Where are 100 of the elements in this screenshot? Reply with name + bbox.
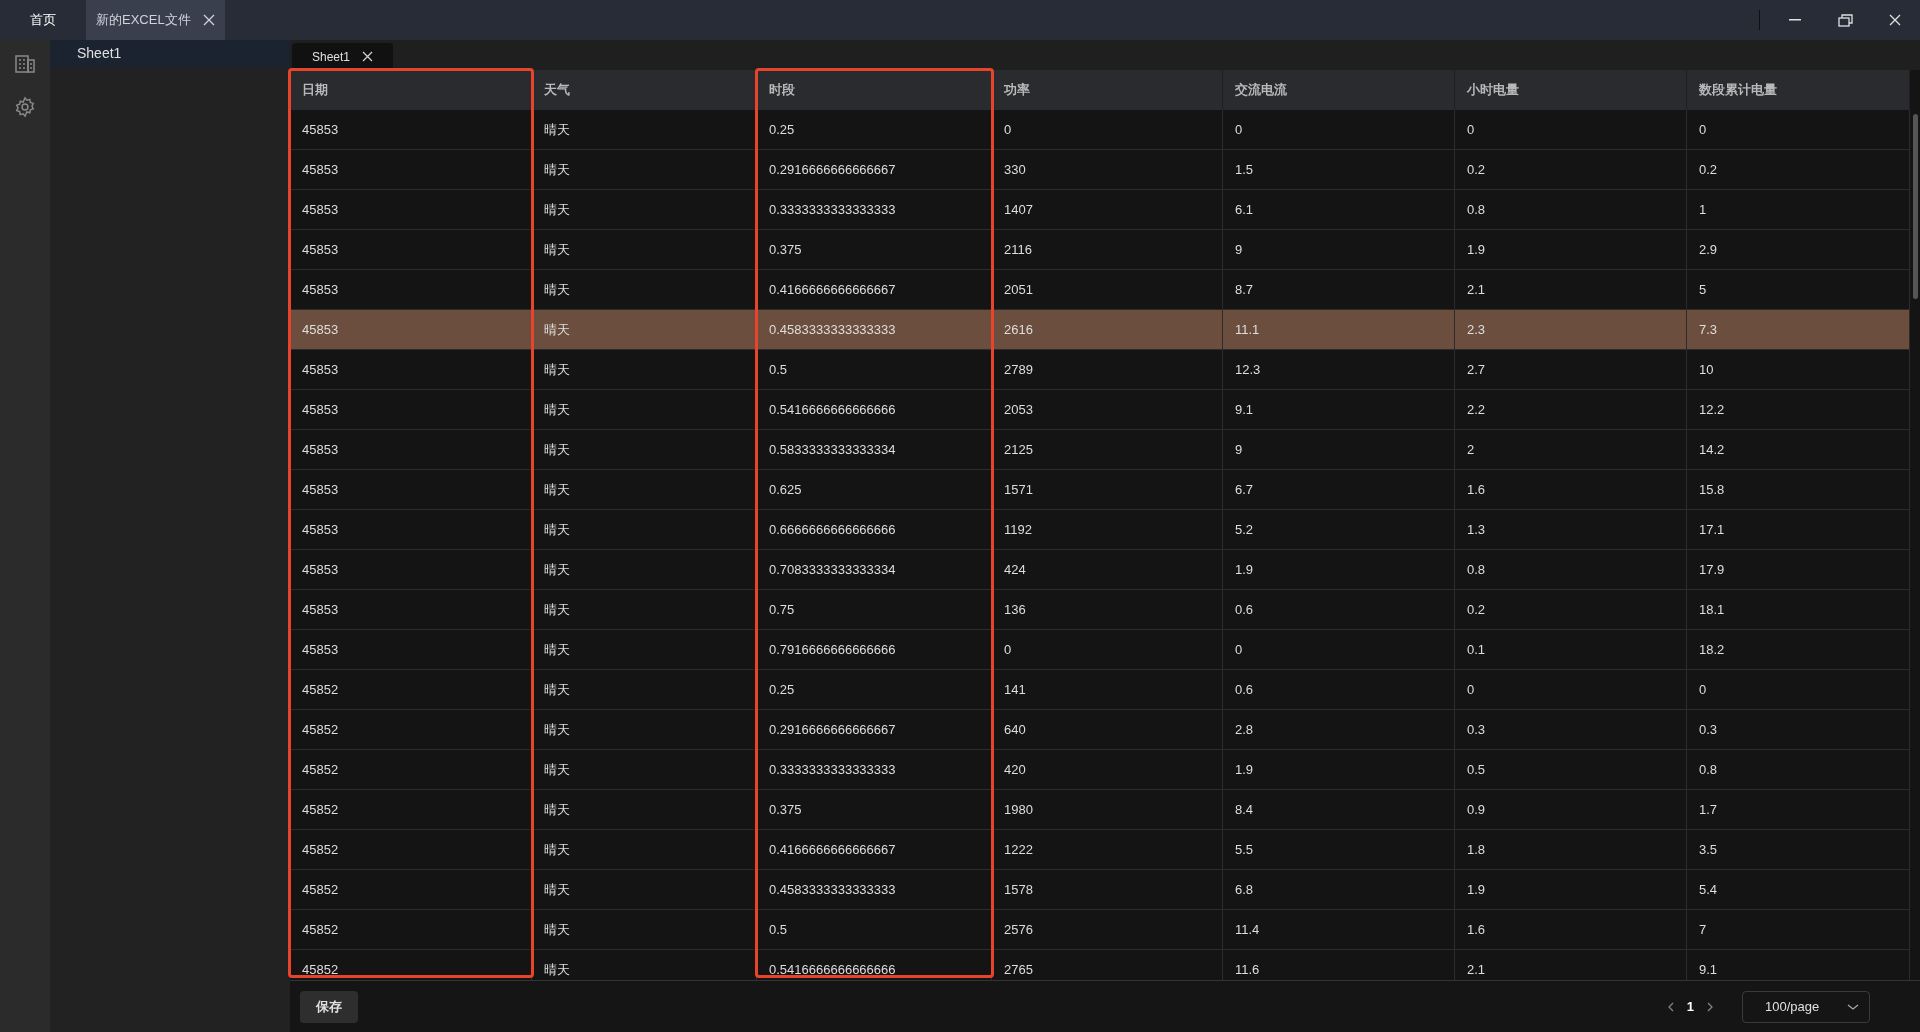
table-cell: 11.1 xyxy=(1223,310,1455,349)
close-icon[interactable] xyxy=(362,51,374,62)
table-cell: 0.2916666666666667 xyxy=(757,710,992,749)
table-cell: 2116 xyxy=(992,230,1223,269)
table-row[interactable]: 45852 晴天 0.5 2576 11.4 1.6 7 xyxy=(290,910,1910,950)
table-cell: 0.3 xyxy=(1455,710,1687,749)
table-cell: 1.6 xyxy=(1455,470,1687,509)
table-cell: 1.9 xyxy=(1223,750,1455,789)
sheet-tab[interactable]: Sheet1 xyxy=(292,43,394,70)
table-row[interactable]: 45853 晴天 0.2916666666666667 330 1.5 0.2 0.2 xyxy=(290,150,1910,190)
table-cell: 0.375 xyxy=(757,230,992,269)
table-cell: 0.5 xyxy=(757,350,992,389)
table-cell: 1.3 xyxy=(1455,510,1687,549)
table-cell: 9 xyxy=(1223,230,1455,269)
table-cell: 45853 xyxy=(290,630,532,669)
table-cell: 9.1 xyxy=(1223,390,1455,429)
table-row[interactable]: 45852 晴天 0.2916666666666667 640 2.8 0.3 0.3 xyxy=(290,710,1910,750)
table-row[interactable]: 45853 晴天 0.5 2789 12.3 2.7 10 xyxy=(290,350,1910,390)
table-cell: 晴天 xyxy=(532,790,757,829)
table-cell: 6.8 xyxy=(1223,870,1455,909)
table-cell: 2616 xyxy=(992,310,1223,349)
table-cell: 晴天 xyxy=(532,750,757,789)
table-cell: 晴天 xyxy=(532,630,757,669)
table-cell: 45852 xyxy=(290,710,532,749)
table-cell: 0.3333333333333333 xyxy=(757,750,992,789)
table-cell: 0.5 xyxy=(1455,750,1687,789)
close-icon[interactable] xyxy=(202,14,215,26)
table-cell: 1.8 xyxy=(1455,830,1687,869)
app-tab[interactable]: 首页 xyxy=(0,0,86,40)
table-cell: 晴天 xyxy=(532,590,757,629)
table-cell: 晴天 xyxy=(532,230,757,269)
table-row[interactable]: 45853 晴天 0.625 1571 6.7 1.6 15.8 xyxy=(290,470,1910,510)
table-cell: 晴天 xyxy=(532,510,757,549)
table-cell: 5.2 xyxy=(1223,510,1455,549)
chevron-down-icon xyxy=(1847,1002,1859,1011)
table-cell: 2.2 xyxy=(1455,390,1687,429)
table-row[interactable]: 45853 晴天 0.25 0 0 0 0 xyxy=(290,110,1910,150)
table-row[interactable]: 45853 晴天 0.5416666666666666 2053 9.1 2.2 12.2 xyxy=(290,390,1910,430)
table-cell: 0.8 xyxy=(1455,550,1687,589)
restore-icon xyxy=(1837,13,1853,27)
table-cell: 0.3333333333333333 xyxy=(757,190,992,229)
table-cell: 2053 xyxy=(992,390,1223,429)
table-row[interactable]: 45853 晴天 0.75 136 0.6 0.2 18.1 xyxy=(290,590,1910,630)
table-row[interactable]: 45853 晴天 0.6666666666666666 1192 5.2 1.3 17.1 xyxy=(290,510,1910,550)
table-row[interactable]: 45852 晴天 0.3333333333333333 420 1.9 0.5 0.8 xyxy=(290,750,1910,790)
table-cell: 0.25 xyxy=(757,670,992,709)
table-cell: 2789 xyxy=(992,350,1223,389)
table-cell: 0.8 xyxy=(1455,190,1687,229)
table-cell: 45853 xyxy=(290,590,532,629)
table-cell: 9 xyxy=(1223,430,1455,469)
table-cell: 0 xyxy=(1455,110,1687,149)
table-cell: 晴天 xyxy=(532,710,757,749)
table-cell: 0.6 xyxy=(1223,590,1455,629)
page-number[interactable]: 1 xyxy=(1686,996,1694,1017)
table-cell: 0.1 xyxy=(1455,630,1687,669)
table-cell: 晴天 xyxy=(532,910,757,949)
table-row[interactable]: 45853 晴天 0.5833333333333334 2125 9 2 14.2 xyxy=(290,430,1910,470)
table-cell: 12.3 xyxy=(1223,350,1455,389)
table-cell: 晴天 xyxy=(532,110,757,149)
table-cell: 1578 xyxy=(992,870,1223,909)
table-cell: 8.7 xyxy=(1223,270,1455,309)
table-row[interactable]: 45852 晴天 0.4166666666666667 1222 5.5 1.8 3.5 xyxy=(290,830,1910,870)
previous-page-icon[interactable] xyxy=(1666,1000,1675,1013)
table-row[interactable]: 45852 晴天 0.375 1980 8.4 0.9 1.7 xyxy=(290,790,1910,830)
table-row[interactable]: 45853 晴天 0.375 2116 9 1.9 2.9 xyxy=(290,230,1910,270)
app-tab[interactable]: 新的EXCEL文件 xyxy=(86,0,225,40)
table-row[interactable]: 45853 晴天 0.7916666666666666 0 0 0.1 18.2 xyxy=(290,630,1910,670)
table-row[interactable]: 45852 晴天 0.4583333333333333 1578 6.8 1.9 5.4 xyxy=(290,870,1910,910)
table-cell: 晴天 xyxy=(532,350,757,389)
table-cell: 330 xyxy=(992,150,1223,189)
table-cell: 1192 xyxy=(992,510,1223,549)
table-cell: 2.8 xyxy=(1223,710,1455,749)
table-cell: 晴天 xyxy=(532,670,757,709)
table-cell: 2576 xyxy=(992,910,1223,949)
table-cell: 45853 xyxy=(290,310,532,349)
table-cell: 0.4166666666666667 xyxy=(757,270,992,309)
building-icon[interactable] xyxy=(14,52,36,74)
table-cell: 1.9 xyxy=(1455,230,1687,269)
table-cell: 45853 xyxy=(290,150,532,189)
page-size-dropdown[interactable]: 100/page xyxy=(1742,990,1870,1023)
table-cell: 141 xyxy=(992,670,1223,709)
table-row[interactable]: 45852 晴天 0.25 141 0.6 0 0 xyxy=(290,670,1910,710)
table-cell: 45853 xyxy=(290,350,532,389)
table-cell: 45853 xyxy=(290,230,532,269)
save-button[interactable]: 保存 xyxy=(300,990,358,1023)
table-cell: 1.5 xyxy=(1223,150,1455,189)
table-cell: 0.7083333333333334 xyxy=(757,550,992,589)
table-row[interactable]: 45853 晴天 0.3333333333333333 1407 6.1 0.8 1 xyxy=(290,190,1910,230)
table-cell: 0.2916666666666667 xyxy=(757,150,992,189)
table-cell: 8.4 xyxy=(1223,790,1455,829)
table-cell: 0.75 xyxy=(757,590,992,629)
table-cell: 45853 xyxy=(290,190,532,229)
table-cell: 11.4 xyxy=(1223,910,1455,949)
sidebar-item[interactable]: Sheet1 xyxy=(50,40,290,67)
table-row[interactable]: 45853 晴天 0.4583333333333333 2616 11.1 2.3 7.3 xyxy=(290,310,1910,350)
next-page-icon[interactable] xyxy=(1706,1000,1714,1013)
table-row[interactable]: 45853 晴天 0.4166666666666667 2051 8.7 2.1 5 xyxy=(290,270,1910,310)
table-row[interactable]: 45853 晴天 0.7083333333333334 424 1.9 0.8 17.9 xyxy=(290,550,1910,590)
settings-icon[interactable] xyxy=(14,96,36,118)
table-cell: 45853 xyxy=(290,390,532,429)
